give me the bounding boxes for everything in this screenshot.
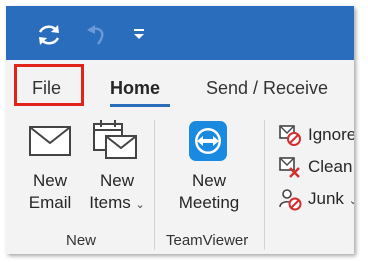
group-label-teamviewer: TeamViewer xyxy=(166,232,249,249)
new-email-label: New Email xyxy=(20,170,80,214)
title-bar xyxy=(6,6,354,60)
new-items-line1: New xyxy=(99,171,134,190)
group-separator xyxy=(264,120,265,250)
junk-button[interactable]: Junk ⌄ xyxy=(278,186,354,212)
new-email-line1: New xyxy=(32,171,67,190)
clean-up-icon xyxy=(279,157,300,178)
group-label-new: New xyxy=(66,232,97,249)
ignore-icon xyxy=(279,125,301,146)
new-email-line2: Email xyxy=(28,193,72,212)
refresh-icon[interactable] xyxy=(34,20,64,50)
junk-label: Junk ⌄ xyxy=(308,189,354,209)
teamviewer-icon xyxy=(189,121,227,161)
ignore-label: Ignore xyxy=(308,125,354,144)
group-separator xyxy=(154,120,155,250)
new-items-label: New Items ⌄ xyxy=(86,170,148,216)
new-meeting-line2: Meeting xyxy=(178,193,240,212)
clean-up-button[interactable]: Clean Up xyxy=(278,154,354,180)
chevron-down-icon: ⌄ xyxy=(135,199,145,211)
tab-send-receive[interactable]: Send / Receive xyxy=(206,78,328,99)
junk-label-text: Junk xyxy=(308,189,344,208)
clean-up-label: Clean Up xyxy=(308,157,354,176)
new-meeting-line1: New xyxy=(191,171,226,190)
outlook-window: File Home Send / Receive New Email New I… xyxy=(6,6,354,254)
envelope-icon xyxy=(29,126,71,156)
calendar-envelope-icon xyxy=(93,120,137,159)
ignore-button[interactable]: Ignore xyxy=(278,122,354,148)
new-meeting-label: New Meeting xyxy=(172,170,246,214)
ribbon-home: New Email New Items ⌄ New New Meeting Te… xyxy=(6,116,354,254)
undo-icon[interactable] xyxy=(84,22,110,48)
new-items-line2: Items xyxy=(89,193,131,212)
tab-home[interactable]: Home xyxy=(110,78,160,99)
file-tab-highlight-box xyxy=(14,64,84,106)
customize-dropdown-icon[interactable] xyxy=(132,26,146,42)
active-tab-indicator xyxy=(110,104,170,107)
junk-icon xyxy=(279,189,302,211)
chevron-down-icon: ⌄ xyxy=(348,195,354,207)
